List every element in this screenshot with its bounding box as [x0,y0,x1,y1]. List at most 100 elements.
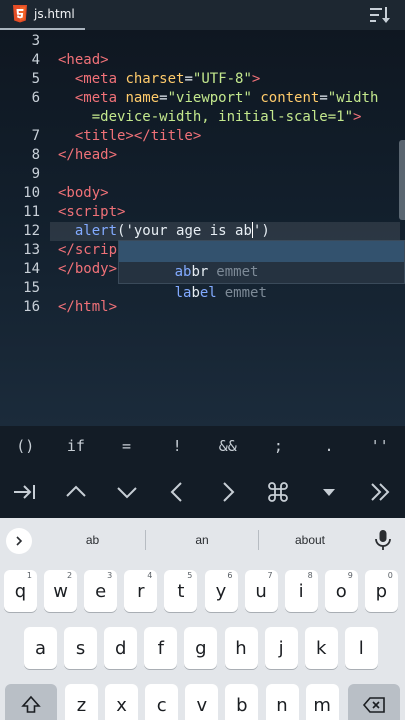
suggestion-expand-button[interactable] [6,528,32,554]
key-k[interactable]: k [304,627,338,669]
key-hint: 5 [187,571,193,580]
code-text: <script> [58,204,126,220]
code-line[interactable]: =device-width, initial-scale=1"> [0,108,405,127]
key-w[interactable]: 2w [44,570,78,612]
symbol-bar: () if = ! && ; . '' [0,426,405,466]
backspace-key[interactable] [348,684,400,720]
key-label: i [298,580,304,602]
code-text: <body> [58,185,109,201]
line-number: 14 [23,261,40,277]
editor-scrollbar[interactable] [399,140,405,220]
symbol-key-semicolon[interactable]: ; [253,437,304,455]
key-t[interactable]: 5t [164,570,198,612]
arrow-up-icon [66,485,86,497]
symbol-key-parens[interactable]: () [0,437,51,455]
code-line[interactable]: 5 <meta charset="UTF-8"> [0,70,405,89]
code-line[interactable]: 7 <title></title> [0,127,405,146]
key-hint: 9 [347,571,353,580]
code-line[interactable]: 8 </head> [0,146,405,165]
code-text: <meta name="viewport" content="width [74,90,379,106]
autocomplete-rest: b [191,285,200,301]
command-icon [268,482,289,502]
key-d[interactable]: d [104,627,138,669]
key-o[interactable]: 9o [324,570,358,612]
key-s[interactable]: s [64,627,98,669]
line-number: 7 [31,128,40,144]
caret-down-icon [323,489,336,496]
suggestion-3[interactable]: about [259,518,361,562]
key-m[interactable]: m [305,684,339,720]
sort-icon[interactable] [369,5,391,25]
code-text: </scrip [58,242,118,258]
code-line[interactable]: 10 <body> [0,184,405,203]
key-hint: 0 [387,571,393,580]
code-line[interactable]: 4 <head> [0,51,405,70]
backspace-icon [362,697,385,713]
hide-keyboard-key[interactable] [354,466,405,518]
line-number: 6 [31,90,40,106]
arrow-up-key[interactable] [51,466,102,518]
key-u[interactable]: 7u [244,570,278,612]
code-text: </body> [58,261,118,277]
key-label: y [215,580,227,602]
key-label: r [137,580,145,602]
key-e[interactable]: 3e [84,570,118,612]
arrow-down-key[interactable] [101,466,152,518]
key-l[interactable]: l [344,627,378,669]
arrow-left-key[interactable] [152,466,203,518]
code-line[interactable]: 11 <script> [0,203,405,222]
symbol-key-dot[interactable]: . [304,437,355,455]
symbol-key-and[interactable]: && [203,437,254,455]
command-key[interactable] [253,466,304,518]
line-number: 15 [23,280,40,296]
file-tab[interactable]: js.html [0,0,85,30]
line-number: 12 [23,223,40,239]
key-hint: 6 [227,571,233,580]
key-hint: 2 [67,571,73,580]
line-number: 3 [31,33,40,49]
key-z[interactable]: z [65,684,98,720]
symbol-key-equals[interactable]: = [101,437,152,455]
key-g[interactable]: g [184,627,218,669]
autocomplete-item-abbr[interactable]: abbr emmet [119,241,404,280]
autocomplete-match: ab [174,264,192,280]
line-number: 13 [23,242,40,258]
key-p[interactable]: 0p [364,570,398,612]
key-r[interactable]: 4r [124,570,158,612]
key-n[interactable]: n [265,684,299,720]
symbol-key-if[interactable]: if [51,437,102,455]
symbol-key-bang[interactable]: ! [152,437,203,455]
key-y[interactable]: 6y [204,570,238,612]
key-v[interactable]: v [185,684,219,720]
autocomplete-type: emmet [224,285,267,301]
code-line[interactable]: 12 alert('your age is ab') [23,222,400,241]
microphone-icon[interactable] [373,529,393,551]
code-editor[interactable]: 3 4 <head> 5 <meta charset="UTF-8"> 6 <meta … [0,30,405,426]
shift-icon [21,695,41,713]
suggestion-1[interactable]: ab [40,518,145,562]
html5-icon [13,5,27,23]
caret-down-key[interactable] [304,466,355,518]
arrow-right-key[interactable] [203,466,254,518]
tab-key[interactable] [0,466,51,518]
key-label: w [53,580,68,602]
code-line[interactable]: 6 <meta name="viewport" content="width [0,89,405,108]
key-a[interactable]: a [24,627,57,669]
key-q[interactable]: 1q [4,570,37,612]
shift-key[interactable] [5,684,57,720]
key-i[interactable]: 8i [284,570,318,612]
key-j[interactable]: j [264,627,298,669]
code-line[interactable]: 9 [0,165,405,184]
symbol-key-quotes[interactable]: '' [354,437,405,455]
key-c[interactable]: c [145,684,179,720]
key-b[interactable]: b [225,684,259,720]
key-f[interactable]: f [144,627,178,669]
code-text: <meta charset="UTF-8"> [74,71,261,87]
code-line[interactable]: 3 [0,32,405,51]
key-hint: 8 [307,571,313,580]
arrow-left-icon [170,482,182,502]
key-x[interactable]: x [105,684,139,720]
line-number: 16 [23,299,40,315]
key-h[interactable]: h [224,627,258,669]
suggestion-2[interactable]: an [146,518,258,562]
